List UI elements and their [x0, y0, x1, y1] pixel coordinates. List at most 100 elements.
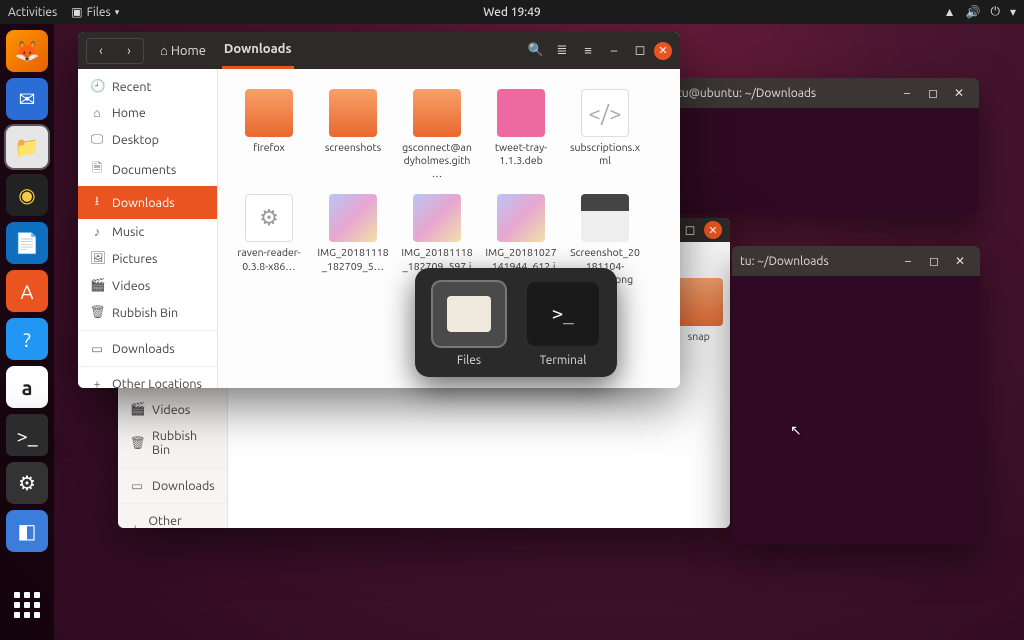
dock-ubuntu-software[interactable]: A	[6, 270, 48, 312]
home-icon: ⌂	[160, 44, 168, 58]
dock-rhythmbox[interactable]: ◉	[6, 174, 48, 216]
files-thumbnail-icon	[433, 282, 505, 346]
nav-buttons: ‹ ›	[86, 38, 144, 64]
maximize-button[interactable]: ◻	[922, 249, 946, 273]
file-item[interactable]: ⚙raven-reader-0.3.8-x86…	[228, 190, 310, 289]
folder-icon	[329, 89, 377, 137]
close-button[interactable]: ✕	[654, 42, 672, 60]
sidebar-item-downloads[interactable]: ▭ Downloads	[118, 472, 227, 499]
sidebar-item-label: Rubbish Bin	[112, 306, 178, 320]
files-sidebar: 🕘 Recent ⌂Home 🖵Desktop 🗎Documents ⭳Downl…	[78, 69, 218, 388]
sidebar-item-documents[interactable]: 🗎Documents	[78, 153, 217, 186]
terminal-window-1[interactable]: tu@ubuntu: ~/Downloads – ◻ ✕	[669, 78, 979, 214]
sidebar-item-videos[interactable]: 🎬Videos	[78, 272, 217, 299]
terminal-1-title: tu@ubuntu: ~/Downloads	[677, 87, 816, 100]
minimize-button[interactable]: –	[602, 39, 626, 63]
dock-thunderbird[interactable]: ✉	[6, 78, 48, 120]
system-menu-chevron-icon[interactable]: ▾	[1010, 5, 1016, 19]
switcher-item-files[interactable]: Files	[433, 282, 505, 367]
terminal-2-title: tu: ~/Downloads	[740, 255, 829, 268]
breadcrumb-downloads[interactable]: Downloads	[222, 32, 294, 69]
minimize-button[interactable]: –	[895, 81, 919, 105]
dock-settings[interactable]: ⚙	[6, 462, 48, 504]
sidebar-item-desktop[interactable]: 🖵Desktop	[78, 126, 217, 153]
sidebar-item-label: Recent	[112, 80, 151, 94]
maximize-button[interactable]: ◻	[628, 39, 652, 63]
breadcrumb-home[interactable]: ⌂ Home	[158, 33, 208, 68]
clock-icon: 🕘	[90, 79, 104, 94]
folder-icon	[413, 89, 461, 137]
app-switcher: Files >_ Terminal	[415, 268, 617, 377]
app-menu-label: Files	[87, 6, 111, 19]
sidebar-item-home[interactable]: ⌂Home	[78, 100, 217, 126]
maximize-button[interactable]: ◻	[921, 81, 945, 105]
terminal-1-body[interactable]	[669, 108, 979, 214]
maximize-button[interactable]: ◻	[678, 218, 702, 242]
dock-amazon[interactable]: a	[6, 366, 48, 408]
file-item[interactable]: IMG_20181118_182709_5…	[312, 190, 394, 289]
network-icon[interactable]: ▲	[944, 5, 956, 19]
activities-button[interactable]: Activities	[8, 6, 57, 19]
file-item[interactable]: firefox	[228, 85, 310, 184]
dock-files[interactable]: 📁	[6, 126, 48, 168]
sidebar-item-videos[interactable]: 🎬Videos	[118, 396, 227, 423]
terminal-1-titlebar[interactable]: tu@ubuntu: ~/Downloads – ◻ ✕	[669, 78, 979, 108]
folder-icon	[245, 89, 293, 137]
file-item[interactable]: </>subscriptions.xml	[564, 85, 646, 184]
sidebar-item-label: Documents	[112, 163, 176, 177]
sidebar-item-rubbish[interactable]: 🗑Rubbish Bin	[78, 299, 217, 326]
sidebar-item-recent[interactable]: 🕘 Recent	[78, 73, 217, 100]
folder-icon: ▭	[90, 341, 104, 356]
close-button[interactable]: ✕	[704, 221, 722, 239]
dock-firefox[interactable]: 🦊	[6, 30, 48, 72]
show-applications[interactable]	[6, 584, 48, 626]
file-item[interactable]: screenshots	[312, 85, 394, 184]
screenshot-icon	[581, 194, 629, 242]
sidebar-item-music[interactable]: ♪ Music	[78, 219, 217, 245]
power-icon[interactable]: ⏻	[990, 5, 1000, 19]
sidebar-item-rubbish[interactable]: 🗑Rubbish Bin	[118, 423, 227, 463]
music-icon: ♪	[90, 225, 104, 239]
switcher-item-terminal[interactable]: >_ Terminal	[527, 282, 599, 367]
terminal-2-titlebar[interactable]: tu: ~/Downloads – ◻ ✕	[732, 246, 980, 276]
folder-icon: ▭	[130, 478, 144, 493]
dock: 🦊 ✉ 📁 ◉ 📄 A ? a >_ ⚙ ◧	[0, 24, 54, 640]
dock-help[interactable]: ?	[6, 318, 48, 360]
dock-libreoffice-writer[interactable]: 📄	[6, 222, 48, 264]
files-titlebar[interactable]: ‹ › ⌂ Home Downloads 🔍 ≣ ≡ – ◻ ✕	[78, 32, 680, 69]
hamburger-menu-button[interactable]: ≡	[576, 39, 600, 63]
xml-icon: </>	[581, 89, 629, 137]
file-label: snap	[688, 330, 710, 343]
sidebar-item-label: Desktop	[112, 133, 159, 147]
search-button[interactable]: 🔍	[524, 39, 548, 63]
view-list-button[interactable]: ≣	[550, 39, 574, 63]
sidebar-item-other-locations[interactable]: +Other Locations	[78, 371, 217, 388]
file-item[interactable]: gsconnect@andyholmes.gith…	[396, 85, 478, 184]
clock[interactable]: Wed 19:49	[483, 6, 541, 19]
appimg-icon: ⚙	[245, 194, 293, 242]
file-label: IMG_20181118_182709_5…	[316, 246, 390, 272]
dock-terminal[interactable]: >_	[6, 414, 48, 456]
home-icon: ⌂	[90, 106, 104, 120]
minimize-button[interactable]: –	[896, 249, 920, 273]
sidebar-item-downloads[interactable]: ⭳Downloads	[78, 186, 217, 219]
sidebar-item-other-locations[interactable]: + Other Locations	[118, 508, 227, 528]
dock-screenshot[interactable]: ◧	[6, 510, 48, 552]
back-button[interactable]: ‹	[87, 39, 115, 63]
volume-icon[interactable]: 🔊	[966, 5, 981, 19]
file-item[interactable]: tweet-tray-1.1.3.deb	[480, 85, 562, 184]
sidebar-item-label: Music	[112, 225, 144, 239]
app-menu-files[interactable]: ▣ Files	[71, 5, 119, 19]
close-button[interactable]: ✕	[948, 249, 972, 273]
forward-button[interactable]: ›	[115, 39, 143, 63]
close-button[interactable]: ✕	[947, 81, 971, 105]
terminal-window-2[interactable]: tu: ~/Downloads – ◻ ✕	[732, 246, 980, 544]
sidebar-item-label: Other Locations	[148, 514, 214, 528]
sidebar-item-pictures[interactable]: 🖼Pictures	[78, 245, 217, 272]
switcher-label: Files	[457, 354, 481, 367]
sidebar-item-downloads-bookmark[interactable]: ▭Downloads	[78, 335, 217, 362]
plus-icon: +	[130, 521, 140, 528]
sidebar-item-label: Downloads	[152, 479, 215, 493]
cursor-icon: ↖	[790, 422, 802, 439]
terminal-2-body[interactable]	[732, 276, 980, 544]
